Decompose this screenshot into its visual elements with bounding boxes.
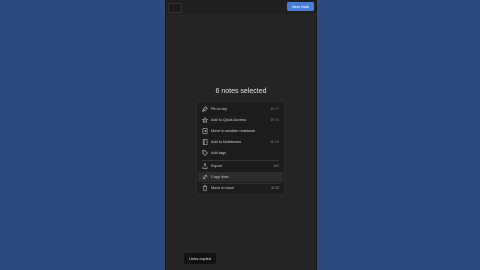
top-bar: New Note	[166, 0, 316, 14]
trash-icon	[202, 185, 208, 191]
menu-item-shortcut: ⌘⇧S	[270, 118, 280, 122]
menu-item-export[interactable]: Export ⌘E	[198, 161, 283, 171]
menu-item-add-to-quick-access[interactable]: Add to Quick Access ⌘⇧S	[198, 115, 283, 125]
menu-item-shortcut: ⌘⇧M	[269, 140, 279, 144]
pin-icon	[202, 106, 208, 112]
menu-item-shortcut: ⌘⇧P	[270, 107, 280, 111]
notebook-icon	[202, 139, 208, 145]
menu-item-add-tags[interactable]: Add tags	[198, 148, 283, 158]
menu-item-label: Copy links	[211, 175, 229, 179]
export-icon	[202, 163, 208, 169]
menu-item-label: Add to Quick Access	[211, 118, 246, 122]
new-note-button[interactable]: New Note	[287, 2, 314, 11]
notebook-move-icon	[202, 128, 208, 134]
menu-item-label: Pin to top	[211, 107, 228, 111]
toast-notification: Links copied	[184, 253, 216, 264]
menu-item-label: Move to another notebook	[211, 129, 256, 133]
sidebar-toggle-button[interactable]	[168, 3, 182, 13]
tag-icon	[202, 150, 208, 156]
menu-item-shortcut: ⌘E	[273, 164, 279, 168]
selection-count-title: 6 notes selected	[215, 88, 267, 95]
menu-item-move-to-trash[interactable]: Move to trash ⌘⌫	[198, 183, 283, 193]
menu-item-pin-to-top[interactable]: Pin to top ⌘⇧P	[198, 104, 283, 114]
menu-item-label: Add tags	[211, 151, 226, 155]
menu-item-shortcut: ⌘⌫	[270, 186, 279, 190]
star-icon	[202, 117, 208, 123]
menu-item-label: Move to trash	[211, 186, 235, 190]
menu-item-add-to-notebooks[interactable]: Add to Notebooks ⌘⇧M	[198, 137, 283, 147]
app-window: New Note 6 notes selected Pin to top ⌘⇧P…	[165, 0, 317, 270]
bulk-actions-menu: Pin to top ⌘⇧P Add to Quick Access ⌘⇧S M…	[196, 101, 285, 195]
menu-item-move-to-another-notebook[interactable]: Move to another notebook	[198, 126, 283, 136]
menu-item-copy-links[interactable]: Copy links	[198, 172, 283, 182]
menu-item-label: Add to Notebooks	[211, 140, 242, 144]
link-icon	[202, 174, 208, 180]
menu-item-label: Export	[211, 164, 222, 168]
